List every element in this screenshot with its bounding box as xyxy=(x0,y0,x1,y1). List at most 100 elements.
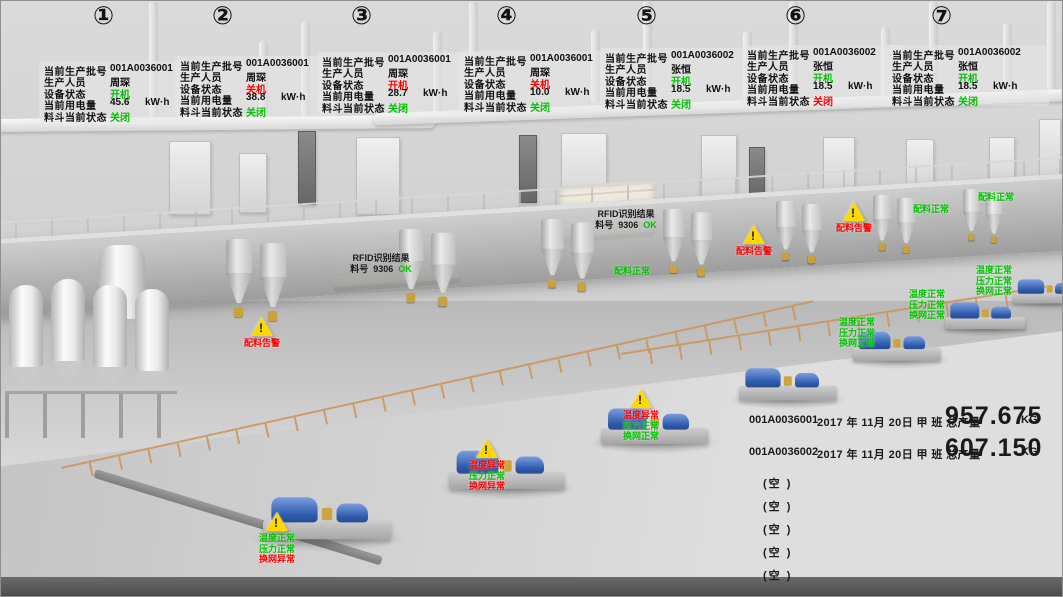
station-number-3: ③ xyxy=(351,1,372,31)
field-label: 料斗当前状态 xyxy=(605,96,668,111)
hopper-status-value: 关闭 xyxy=(388,100,408,115)
status-text: 温度正常 xyxy=(909,289,945,300)
station-panel-6: 当前生产批号001A0036002 生产人员张恒 设备状态开机 当前用电量18.… xyxy=(742,45,904,106)
alarm-text: 温度异常 xyxy=(469,460,505,471)
field-label: 料斗当前状态 xyxy=(747,93,810,108)
power-value: 18.5 xyxy=(671,84,690,95)
status-text: 压力正常 xyxy=(976,276,1012,287)
rfid-result: OK xyxy=(643,220,657,230)
status-text: 配料正常 xyxy=(978,192,1014,203)
station-number-4: ④ xyxy=(496,1,517,31)
alarm-label-batching-1: 配料告警 xyxy=(244,317,280,349)
alarm-label-extruder-3: 温度异常 压力正常 换网正常 xyxy=(623,389,659,442)
power-unit: kW·h xyxy=(281,92,305,103)
batch-value: 001A0036001 xyxy=(388,54,451,65)
silo xyxy=(135,289,169,371)
status-text: 温度正常 xyxy=(839,317,875,328)
power-unit: kW·h xyxy=(423,88,447,99)
field-label: 料斗当前状态 xyxy=(892,93,955,108)
silo-cone xyxy=(11,367,41,391)
rfid-field-label: 料号 xyxy=(350,264,368,274)
status-text: 换网正常 xyxy=(839,338,875,349)
warning-triangle-icon xyxy=(743,225,765,244)
status-label-batching-ok: 配料正常 xyxy=(614,266,650,277)
total-unit: KG xyxy=(1021,446,1038,458)
equipment-tower xyxy=(298,131,316,205)
power-unit: kW·h xyxy=(848,81,872,92)
station-number-7: ⑦ xyxy=(931,1,952,31)
alarm-text: 温度异常 xyxy=(623,410,659,421)
power-value: 38.8 xyxy=(246,92,265,103)
status-text: 配料正常 xyxy=(614,266,650,277)
total-row-2: 001A0036002 2017 年 11月 20日 甲 班 总产量 607.1… xyxy=(749,436,1049,468)
empty-slot: (空 ) xyxy=(763,498,1049,514)
status-text: 温度正常 xyxy=(976,265,1012,276)
station-number-2: ② xyxy=(212,1,233,31)
status-text: 配料正常 xyxy=(913,204,949,215)
alarm-text: 配料告警 xyxy=(836,223,872,234)
empty-slot: (空 ) xyxy=(763,567,1049,583)
status-label-batching-ok: 配料正常 xyxy=(913,204,949,215)
station-panel-7: 当前生产批号001A0036002 生产人员张恒 设备状态开机 当前用电量18.… xyxy=(887,45,1049,106)
hmi-plant-overview: ① ② ③ ④ ⑤ ⑥ ⑦ 当前生产批号001A0036001 生产人员周琛 设… xyxy=(0,0,1063,597)
station-panel-4: 当前生产批号001A0036001 生产人员周琛 设备状态关机 当前用电量10.… xyxy=(459,51,621,112)
alarm-label-batching-2: 配料告警 xyxy=(736,225,772,257)
alarm-text: 配料告警 xyxy=(244,338,280,349)
rfid-part-number: 9306 xyxy=(618,220,638,230)
power-value: 18.5 xyxy=(813,81,832,92)
silo xyxy=(93,285,127,367)
status-label-batching-ok: 配料正常 xyxy=(978,192,1014,203)
rfid-field-label: 料号 xyxy=(595,220,613,230)
silo-frame xyxy=(5,391,177,438)
hopper-status-value: 关闭 xyxy=(110,109,130,124)
hopper-status-value: 关闭 xyxy=(958,93,978,108)
total-row-1: 001A0036001 2017 年 11月 20日 甲 班 总产量 957.6… xyxy=(749,404,1049,436)
power-unit: kW·h xyxy=(706,84,730,95)
hopper-status-value: 关闭 xyxy=(530,99,550,114)
production-totals: 001A0036001 2017 年 11月 20日 甲 班 总产量 957.6… xyxy=(749,404,1049,583)
station-number-6: ⑥ xyxy=(785,1,806,31)
batch-value: 001A0036002 xyxy=(813,47,876,58)
field-label: 料斗当前状态 xyxy=(44,109,107,124)
total-batch: 001A0036002 xyxy=(749,446,818,458)
power-unit: kW·h xyxy=(565,87,589,98)
warning-triangle-icon xyxy=(630,389,652,408)
alarm-text: 配料告警 xyxy=(736,246,772,257)
control-cabinet xyxy=(169,141,211,215)
rfid-title: RFID识别结果 xyxy=(350,253,412,264)
control-cabinet xyxy=(239,153,267,213)
warning-triangle-icon xyxy=(476,439,498,458)
alarm-text: 温度正常 xyxy=(259,533,295,544)
total-unit: KG xyxy=(1021,414,1038,426)
status-text: 压力正常 xyxy=(839,328,875,339)
silo-group xyxy=(9,279,194,439)
status-text: 压力正常 xyxy=(909,300,945,311)
alarm-label-batching-3: 配料告警 xyxy=(836,202,872,234)
power-value: 45.6 xyxy=(110,97,129,108)
status-label-extruder-ok: 温度正常 压力正常 换网正常 xyxy=(976,265,1012,297)
rfid-part-number: 9306 xyxy=(373,264,393,274)
rfid-detail: 料号 9306 OK xyxy=(595,220,657,231)
power-value: 10.0 xyxy=(530,87,549,98)
field-label: 料斗当前状态 xyxy=(180,104,243,119)
alarm-label-extruder-1: 温度正常 压力正常 换网异常 xyxy=(259,512,295,565)
warning-triangle-icon xyxy=(251,317,273,336)
field-label: 料斗当前状态 xyxy=(322,100,385,115)
empty-slot: (空 ) xyxy=(763,521,1049,537)
rfid-detail: 料号 9306 OK xyxy=(350,264,412,275)
alarm-text: 换网正常 xyxy=(623,431,659,442)
batch-value: 001A0036001 xyxy=(246,58,309,69)
alarm-text: 换网异常 xyxy=(259,554,295,565)
batch-value: 001A0036002 xyxy=(958,47,1021,58)
alarm-text: 压力正常 xyxy=(259,544,295,555)
batch-value: 001A0036001 xyxy=(110,63,173,74)
alarm-label-extruder-2: 温度异常 压力正常 换网异常 xyxy=(469,439,505,492)
hopper-status-value: 关闭 xyxy=(246,104,266,119)
hopper-status-value: 关闭 xyxy=(671,96,691,111)
station-panel-3: 当前生产批号001A0036001 生产人员周琛 设备状态开机 当前用电量28.… xyxy=(317,52,479,113)
status-label-extruder-ok: 温度正常 压力正常 换网正常 xyxy=(909,289,945,321)
status-label-extruder-ok: 温度正常 压力正常 换网正常 xyxy=(839,317,875,349)
silo-cone xyxy=(53,361,83,385)
warning-triangle-icon xyxy=(266,512,288,531)
station-panel-5: 当前生产批号001A0036002 生产人员张恒 设备状态开机 当前用电量18.… xyxy=(600,48,762,109)
